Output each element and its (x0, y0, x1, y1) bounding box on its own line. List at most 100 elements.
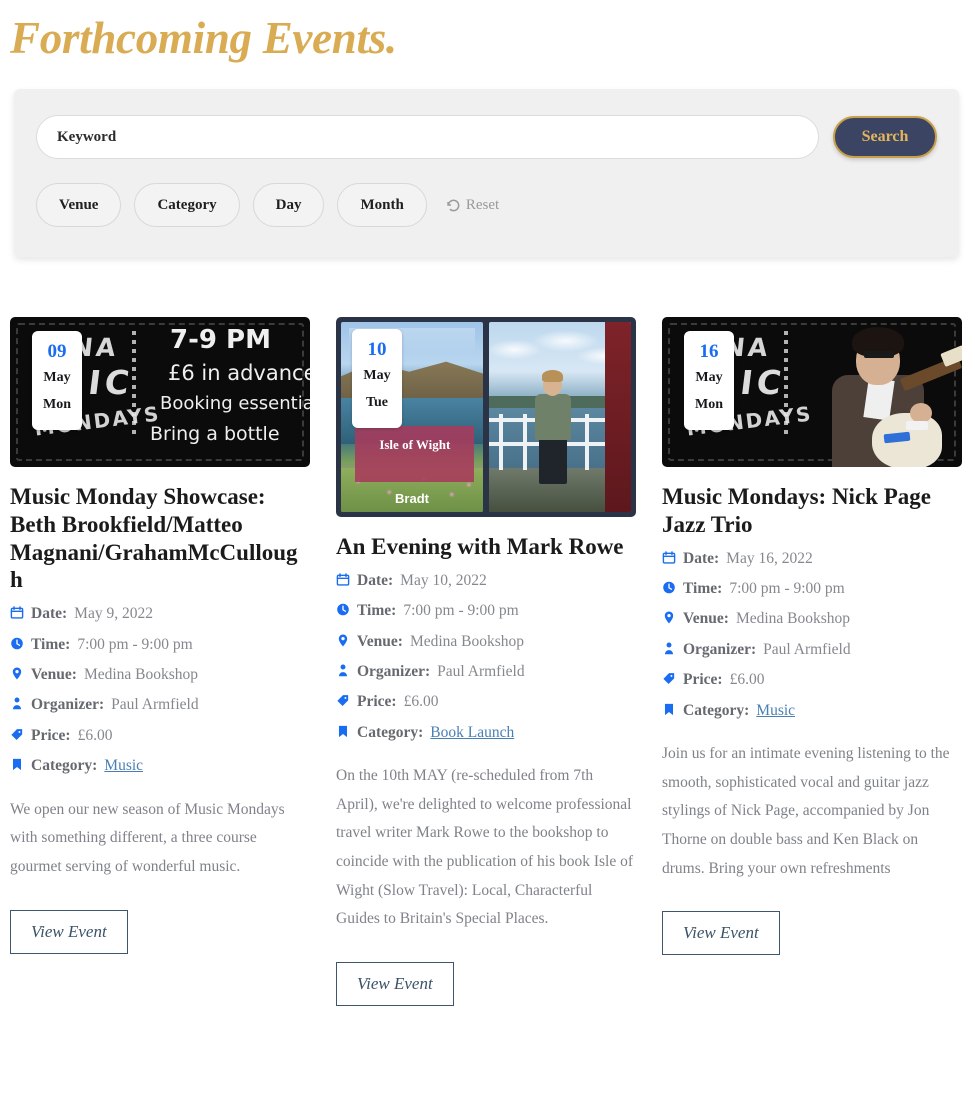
event-title[interactable]: Music Monday Showcase: Beth Brookfield/M… (10, 483, 310, 594)
meta-date-value: May 16, 2022 (726, 549, 813, 567)
filter-category[interactable]: Category (134, 183, 240, 227)
book-title: Isle of Wight (379, 437, 451, 452)
meta-organizer-value: Paul Armfield (111, 696, 199, 714)
bookmark-icon (336, 724, 350, 741)
meta-venue-label: Venue: (31, 666, 77, 684)
meta-date: Date: May 9, 2022 (10, 604, 310, 623)
view-event-button[interactable]: View Event (10, 909, 128, 954)
filter-day[interactable]: Day (252, 183, 325, 227)
meta-time: Time: 7:00 pm - 9:00 pm (336, 601, 636, 620)
meta-organizer-label: Organizer: (683, 640, 757, 658)
event-description: We open our new season of Music Mondays … (10, 800, 285, 875)
badge-day: 09 (47, 341, 67, 362)
filter-venue[interactable]: Venue (36, 183, 122, 227)
event-date-badge: 10 May Tue (352, 329, 402, 429)
event-image[interactable]: DINA USIC MONDAYS 7-9 PM £6 in advance B… (10, 317, 310, 467)
page-title: Forthcoming Events. (10, 13, 397, 63)
railing-post (499, 414, 503, 470)
guitarist-glasses (864, 351, 894, 358)
calendar-icon (662, 550, 676, 567)
event-card: Isle of Wight Bradt 10 May Tue An Evenin… (336, 317, 636, 1007)
meta-date-label: Date: (31, 605, 68, 623)
filter-row: Venue Category Day Month Reset (36, 183, 937, 227)
meta-organizer-label: Organizer: (357, 662, 431, 680)
bookmark-icon (662, 702, 676, 719)
event-meta-list: Date: May 9, 2022 Time: 7:00 pm - 9:00 p… (10, 604, 310, 775)
tag-icon (10, 727, 24, 744)
meta-venue-label: Venue: (683, 610, 729, 628)
meta-venue: Venue: Medina Bookshop (662, 609, 962, 628)
meta-venue-value: Medina Bookshop (83, 666, 199, 684)
clock-icon (336, 602, 350, 619)
events-page: Forthcoming Events. Search Venue Categor… (0, 0, 975, 1102)
chalk-hand-1: 7-9 PM (170, 325, 271, 355)
book-title-band: Isle of Wight (355, 426, 475, 482)
event-image[interactable]: DINA USIC MONDAYS (662, 317, 962, 467)
event-date-badge: 09 May Mon (32, 331, 82, 431)
event-image[interactable]: Isle of Wight Bradt 10 May Tue (336, 317, 636, 517)
meta-category-label: Category: (31, 757, 98, 775)
meta-organizer: Organizer: Paul Armfield (336, 662, 636, 681)
meta-date-value: May 10, 2022 (400, 571, 487, 589)
person-torso (535, 394, 571, 440)
calendar-icon (336, 572, 350, 589)
meta-price-label: Price: (357, 693, 397, 711)
meta-organizer: Organizer: Paul Armfield (662, 640, 962, 659)
map-pin-icon (662, 610, 676, 627)
meta-organizer: Organizer: Paul Armfield (10, 695, 310, 714)
badge-day: 10 (367, 339, 387, 360)
meta-venue-label: Venue: (357, 632, 403, 650)
meta-date-value: May 9, 2022 (74, 605, 153, 623)
meta-price-label: Price: (31, 726, 71, 744)
event-title[interactable]: Music Mondays: Nick Page Jazz Trio (662, 483, 962, 539)
event-title[interactable]: An Evening with Mark Rowe (336, 533, 636, 561)
meta-time: Time: 7:00 pm - 9:00 pm (10, 635, 310, 654)
author-photo (489, 322, 631, 512)
badge-weekday: Tue (365, 395, 389, 411)
meta-category-label: Category: (683, 701, 750, 719)
calendar-icon (10, 605, 24, 622)
search-button[interactable]: Search (833, 116, 937, 158)
meta-time-label: Time: (357, 602, 397, 620)
meta-category-label: Category: (357, 723, 424, 741)
person-icon (336, 663, 350, 680)
event-card: DINA USIC MONDAYS (662, 317, 962, 1006)
reset-label: Reset (465, 196, 500, 213)
view-event-button[interactable]: View Event (662, 911, 780, 956)
event-date-badge: 16 May Mon (684, 331, 734, 431)
meta-category-value[interactable]: Music (104, 756, 143, 775)
meta-price: Price: £6.00 (10, 726, 310, 745)
view-event-button[interactable]: View Event (336, 962, 454, 1007)
badge-month: May (363, 367, 391, 383)
meta-price-value: £6.00 (77, 726, 113, 744)
chalk-hand-4: Bring a bottle (150, 423, 280, 445)
meta-date: Date: May 16, 2022 (662, 549, 962, 568)
person-icon (662, 641, 676, 658)
event-description: Join us for an intimate evening listenin… (662, 744, 950, 877)
search-input[interactable] (36, 115, 819, 159)
event-card: DINA USIC MONDAYS 7-9 PM £6 in advance B… (10, 317, 310, 1006)
meta-category: Category: Music (662, 701, 962, 720)
meta-price-value: £6.00 (403, 693, 439, 711)
meta-date: Date: May 10, 2022 (336, 571, 636, 590)
meta-time: Time: 7:00 pm - 9:00 pm (662, 579, 962, 598)
rotate-ccw-icon (446, 198, 461, 213)
event-meta-list: Date: May 10, 2022 Time: 7:00 pm - 9:00 … (336, 571, 636, 742)
badge-weekday: Mon (43, 397, 71, 413)
map-pin-icon (10, 666, 24, 683)
meta-category-value[interactable]: Book Launch (430, 723, 514, 742)
meta-category-value[interactable]: Music (756, 701, 795, 720)
book-brand: Bradt (395, 491, 429, 506)
search-row: Search (36, 115, 937, 159)
reset-filters-link[interactable]: Reset (446, 197, 499, 214)
meta-organizer-label: Organizer: (31, 696, 105, 714)
meta-venue-value: Medina Bookshop (735, 610, 851, 628)
chalk-hand-3: Booking essential (160, 393, 310, 414)
person-hair (542, 370, 563, 382)
filter-month[interactable]: Month (337, 183, 427, 227)
meta-time-value: 7:00 pm - 9:00 pm (729, 580, 845, 598)
badge-weekday: Mon (695, 397, 723, 413)
meta-venue: Venue: Medina Bookshop (10, 665, 310, 684)
meta-price-label: Price: (683, 671, 723, 689)
meta-time-value: 7:00 pm - 9:00 pm (77, 635, 193, 653)
